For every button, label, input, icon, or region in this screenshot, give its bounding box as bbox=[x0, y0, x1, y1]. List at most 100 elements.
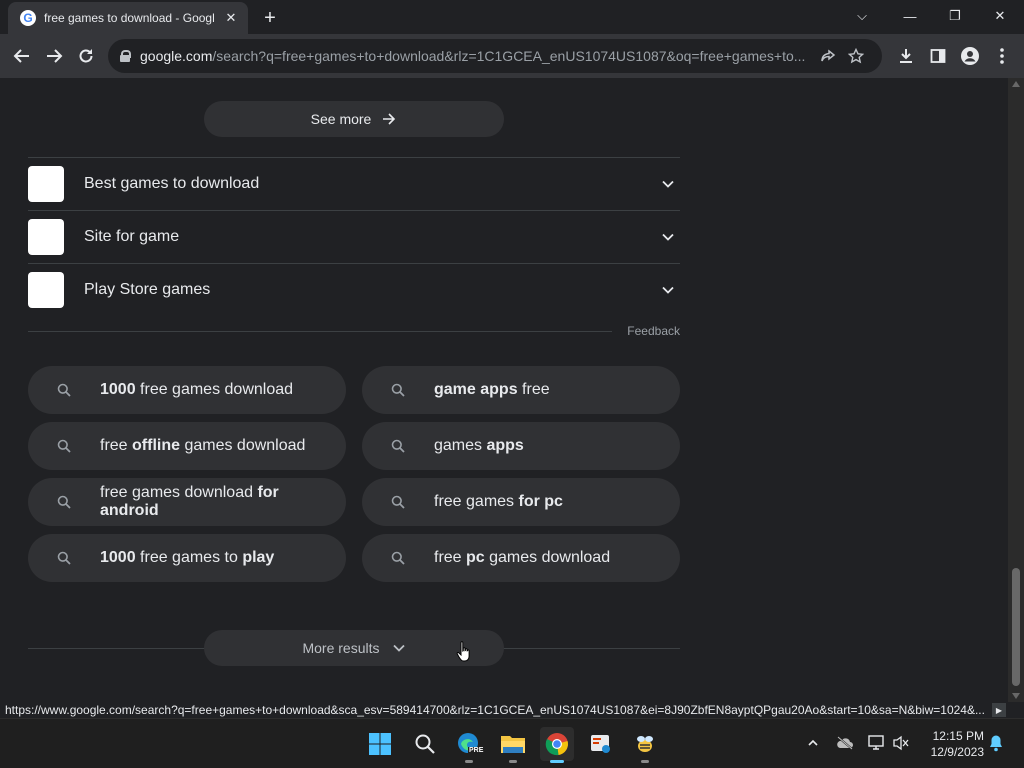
chrome-taskbar-button[interactable] bbox=[540, 727, 574, 763]
clock-time: 12:15 PM bbox=[932, 729, 984, 743]
related-search-chip-label: game apps free bbox=[434, 381, 550, 398]
file-explorer-button[interactable] bbox=[496, 727, 530, 763]
chevron-down-icon[interactable] bbox=[656, 278, 680, 302]
search-icon bbox=[28, 366, 100, 414]
feedback-link[interactable]: Feedback bbox=[612, 324, 680, 338]
hand-cursor-icon bbox=[456, 641, 470, 662]
related-search-chip-label: games apps bbox=[434, 437, 524, 454]
related-search-chip[interactable]: game apps free bbox=[362, 366, 680, 414]
related-search-chip[interactable]: free offline games download bbox=[28, 422, 346, 470]
new-tab-button[interactable]: + bbox=[258, 6, 282, 30]
related-thumbnail bbox=[28, 272, 64, 308]
snipping-tool-icon bbox=[591, 735, 610, 753]
related-search-chip-label: 1000 free games to play bbox=[100, 549, 275, 566]
running-indicator bbox=[509, 760, 517, 763]
chevron-down-icon[interactable] bbox=[656, 225, 680, 249]
browser-toolbar: google.com/search?q=free+games+to+downlo… bbox=[0, 34, 1024, 78]
running-indicator bbox=[465, 760, 473, 763]
scroll-thumb[interactable] bbox=[1012, 568, 1020, 686]
search-icon bbox=[28, 422, 100, 470]
related-search-label: Best games to download bbox=[84, 175, 260, 192]
search-icon bbox=[28, 478, 100, 526]
related-search-chip[interactable]: free games download for android bbox=[28, 478, 346, 526]
forward-button[interactable] bbox=[40, 42, 68, 70]
search-icon bbox=[362, 366, 434, 414]
reload-button[interactable] bbox=[72, 42, 100, 70]
search-icon bbox=[362, 534, 434, 582]
tab-strip: G free games to download - Googl ✕ + ⌵ —… bbox=[0, 0, 1024, 34]
lock-icon[interactable] bbox=[120, 50, 131, 62]
related-search-item[interactable]: Play Store games bbox=[28, 263, 680, 316]
folder-icon bbox=[501, 736, 525, 753]
edge-preview-badge: PRE bbox=[468, 747, 485, 754]
search-results-page: See more Best games to download Site for… bbox=[0, 78, 1008, 718]
browser-tab[interactable]: G free games to download - Googl ✕ bbox=[8, 2, 248, 34]
related-thumbnail bbox=[28, 166, 64, 202]
back-button[interactable] bbox=[8, 42, 36, 70]
tab-close-icon[interactable]: ✕ bbox=[222, 9, 240, 27]
related-search-chip-label: free games download for android bbox=[100, 484, 279, 519]
search-icon bbox=[362, 478, 434, 526]
search-icon bbox=[415, 734, 435, 754]
back-arrow-icon bbox=[13, 49, 29, 63]
related-thumbnail bbox=[28, 219, 64, 255]
page-scrollbar[interactable] bbox=[1008, 78, 1024, 702]
network-icon[interactable] bbox=[867, 733, 887, 753]
more-vert-icon bbox=[1000, 48, 1004, 64]
related-search-label: Site for game bbox=[84, 228, 180, 245]
start-button[interactable] bbox=[363, 727, 397, 761]
more-results-label: More results bbox=[302, 640, 380, 656]
related-search-chip[interactable]: free pc games download bbox=[362, 534, 680, 582]
volume-muted-icon[interactable] bbox=[891, 733, 911, 753]
chrome-menu-button[interactable] bbox=[988, 42, 1016, 70]
status-scroll-right-icon[interactable]: ▶ bbox=[992, 703, 1006, 717]
downloads-button[interactable] bbox=[892, 42, 920, 70]
tab-title: free games to download - Googl bbox=[44, 11, 215, 25]
divider bbox=[28, 331, 612, 332]
address-bar[interactable]: google.com/search?q=free+games+to+downlo… bbox=[108, 39, 882, 73]
related-search-chip[interactable]: free games for pc bbox=[362, 478, 680, 526]
search-icon bbox=[362, 422, 434, 470]
show-hidden-icons-chevron-icon[interactable] bbox=[803, 733, 823, 753]
minimize-button[interactable]: — bbox=[888, 0, 932, 32]
active-indicator bbox=[550, 760, 564, 763]
related-search-chip[interactable]: 1000 free games to play bbox=[28, 534, 346, 582]
chrome-icon bbox=[545, 733, 568, 756]
tab-search-dropdown-icon[interactable]: ⌵ bbox=[840, 0, 884, 32]
profile-button[interactable] bbox=[956, 42, 984, 70]
scroll-down-icon[interactable] bbox=[1012, 693, 1020, 699]
arrow-right-icon bbox=[383, 113, 396, 125]
related-search-item[interactable]: Best games to download bbox=[28, 157, 680, 210]
see-more-button[interactable]: See more bbox=[204, 101, 504, 137]
share-icon[interactable] bbox=[814, 42, 842, 70]
url-text[interactable]: google.com/search?q=free+games+to+downlo… bbox=[140, 48, 814, 64]
bee-app-icon bbox=[637, 736, 653, 752]
bee-app-button[interactable] bbox=[628, 727, 662, 763]
running-indicator bbox=[641, 760, 649, 763]
search-icon bbox=[28, 534, 100, 582]
restore-button[interactable]: ❐ bbox=[933, 0, 977, 32]
related-search-chip-label: 1000 free games download bbox=[100, 381, 294, 398]
bookmark-star-icon[interactable] bbox=[842, 42, 870, 70]
google-favicon-icon: G bbox=[20, 10, 36, 26]
reload-icon bbox=[79, 49, 93, 63]
forward-arrow-icon bbox=[47, 49, 63, 63]
related-search-chip[interactable]: 1000 free games download bbox=[28, 366, 346, 414]
see-more-label: See more bbox=[310, 111, 372, 127]
snipping-tool-button[interactable] bbox=[584, 727, 618, 761]
taskbar-search-button[interactable] bbox=[408, 727, 442, 761]
related-search-chip[interactable]: games apps bbox=[362, 422, 680, 470]
scroll-up-icon[interactable] bbox=[1012, 81, 1020, 87]
system-clock[interactable]: 12:15 PM 12/9/2023 bbox=[922, 728, 984, 760]
windows-taskbar: PRE 12:15 PM 12/9/2023 bbox=[0, 718, 1024, 768]
notification-bell-icon[interactable] bbox=[986, 733, 1006, 753]
profile-avatar-icon bbox=[961, 47, 979, 65]
related-search-item[interactable]: Site for game bbox=[28, 210, 680, 263]
related-search-chip-label: free games for pc bbox=[434, 493, 563, 510]
edge-preview-button[interactable]: PRE bbox=[452, 727, 486, 763]
chevron-down-icon bbox=[392, 644, 405, 652]
side-panel-button[interactable] bbox=[924, 42, 952, 70]
chevron-down-icon[interactable] bbox=[656, 172, 680, 196]
close-window-button[interactable]: ✕ bbox=[978, 0, 1022, 32]
onedrive-offline-icon[interactable] bbox=[835, 733, 855, 753]
